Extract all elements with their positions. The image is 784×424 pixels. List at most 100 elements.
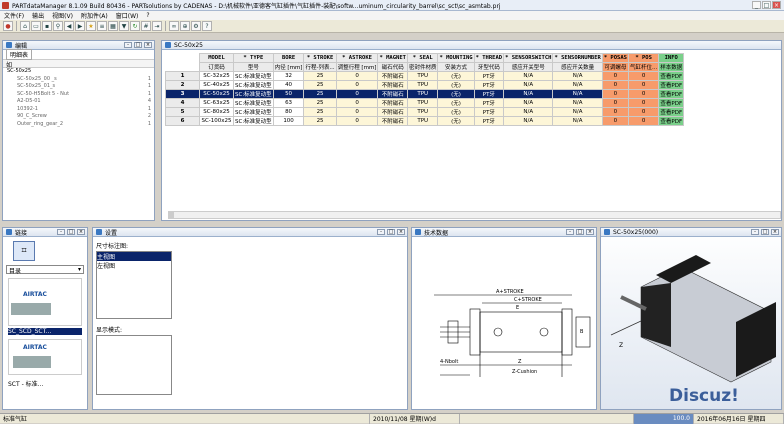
zoom-icon[interactable]: ⊕ — [180, 21, 190, 31]
catalog-item-label-2[interactable]: SCT - 标准... — [8, 379, 82, 388]
row-number[interactable]: 2 — [165, 80, 200, 90]
panel-close-button[interactable]: × — [77, 229, 85, 235]
link-icon[interactable]: ∞ — [169, 21, 179, 31]
panel-maximize-button[interactable]: □ — [576, 229, 584, 235]
menu-view[interactable]: 视图(V) — [48, 11, 77, 20]
menu-extras[interactable]: 附加件(A) — [77, 11, 112, 20]
folder-icon[interactable]: ▭ — [31, 21, 41, 31]
column-header[interactable]: * POS — [627, 53, 660, 63]
panel-minimize-button[interactable]: - — [377, 229, 385, 235]
tree-item[interactable]: SC-50-H5Bolt 5 - Nut 1 — [3, 91, 154, 99]
network-icon[interactable]: ⌗ — [13, 241, 35, 261]
column-header[interactable]: * MAGNET — [377, 53, 408, 63]
home-icon[interactable]: ⌂ — [20, 21, 30, 31]
panel-minimize-button[interactable]: - — [57, 229, 65, 235]
catalog-item-label-1[interactable]: SC_SCD_SCT... — [8, 328, 82, 335]
search-icon[interactable]: ⚲ — [53, 21, 63, 31]
scroll-thumb[interactable] — [169, 212, 174, 218]
cadenas-icon[interactable]: ● — [3, 21, 13, 31]
column-header[interactable]: * SEAL — [406, 53, 439, 63]
row-number[interactable]: 3 — [165, 89, 200, 99]
pdf-link[interactable]: 查看PDF — [658, 98, 685, 108]
table-row[interactable]: 2 SC-40x25 SC:标准复动型 40 25 0 不附磁石 TPU (无) PT牙 N/A N/… — [165, 80, 685, 90]
panel-close-button[interactable]: × — [144, 42, 152, 48]
tab-bom[interactable]: 明细表 — [6, 49, 33, 60]
column-header[interactable]: MODEL — [199, 53, 234, 63]
row-number[interactable]: 5 — [165, 107, 200, 117]
back-icon[interactable]: ◀ — [64, 21, 74, 31]
menu-export[interactable]: 输出 — [28, 11, 48, 20]
table-icon[interactable]: ▦ — [108, 21, 118, 31]
pdf-link[interactable]: 查看PDF — [658, 89, 685, 99]
tree-item[interactable]: SC-50x25_00 _s 1 — [3, 76, 154, 84]
column-header[interactable]: * POSAS — [601, 53, 630, 63]
catalog-dropdown[interactable]: 目录 ▾ — [6, 265, 84, 275]
column-header[interactable]: * TYPE — [233, 53, 274, 63]
favorite-icon[interactable]: ★ — [86, 21, 96, 31]
row-number[interactable]: 6 — [165, 116, 200, 126]
filter-icon[interactable]: ▼ — [119, 21, 129, 31]
menu-file[interactable]: 文件(F) — [0, 11, 28, 20]
column-header[interactable]: BORE — [272, 53, 305, 63]
column-header[interactable]: * THREAD — [473, 53, 505, 63]
panel-maximize-button[interactable]: □ — [761, 229, 769, 235]
catalog-thumb-1[interactable]: AIRTAC — [8, 278, 82, 326]
column-header[interactable]: * ASTROKE — [335, 53, 379, 63]
tree-item[interactable]: Outer_ring_gear_2 1 — [3, 121, 154, 129]
catalog-thumb-2[interactable]: AIRTAC — [8, 339, 82, 375]
panel-minimize-button[interactable]: - — [566, 229, 574, 235]
tree-item[interactable]: A2-D5-01 4 — [3, 98, 154, 106]
table-row[interactable]: 3 SC-50x25 SC:标准复动型 50 25 0 不附磁石 TPU (无) PT牙 N/A N/… — [165, 89, 685, 99]
table-row[interactable]: 6 SC-100x25 SC:标准复动型 100 25 0 不附磁石 TPU (无) PT牙 N/A… — [165, 116, 685, 126]
export-icon[interactable]: ⇥ — [152, 21, 162, 31]
column-header[interactable]: * STROKE — [303, 53, 337, 63]
panel-close-button[interactable]: × — [771, 229, 779, 235]
view-option-front[interactable]: 主视图 — [97, 252, 171, 261]
pdf-link[interactable]: 查看PDF — [658, 107, 685, 117]
pdf-link[interactable]: 查看PDF — [658, 71, 685, 81]
menu-help[interactable]: ? — [142, 12, 153, 19]
pdf-link[interactable]: 查看PDF — [658, 116, 685, 126]
tree-item[interactable]: SC-50x25 — [3, 68, 154, 76]
panel-minimize-button[interactable]: - — [751, 229, 759, 235]
minimize-button[interactable]: _ — [752, 1, 761, 9]
table-cell: SC-63x25 — [199, 98, 234, 108]
cylinder-3d-model[interactable]: Z — [601, 237, 781, 409]
panel-maximize-button[interactable]: □ — [387, 229, 395, 235]
column-header[interactable]: INFO — [658, 53, 685, 63]
tree-item[interactable]: SC-50x25_01_s 1 — [3, 83, 154, 91]
row-number[interactable]: 1 — [165, 71, 200, 81]
pdf-link[interactable]: 查看PDF — [658, 80, 685, 90]
table-cell: 0 — [601, 89, 630, 99]
refresh-icon[interactable]: ↻ — [130, 21, 140, 31]
row-number[interactable]: 4 — [165, 98, 200, 108]
panel-maximize-button[interactable]: □ — [134, 42, 142, 48]
status-bar: 标准气缸 2010/11/08 星期(W)d 100.0 2016年06月16日… — [0, 413, 784, 424]
column-header[interactable]: * SENSORNUMBER — [552, 53, 603, 63]
table-row[interactable]: 5 SC-80x25 SC:标准复动型 80 25 0 不附磁石 TPU (无) PT牙 N/A N/… — [165, 107, 685, 117]
horizontal-scrollbar[interactable] — [168, 211, 781, 219]
view-option-left[interactable]: 左视图 — [97, 261, 171, 270]
help-icon[interactable]: ? — [202, 21, 212, 31]
panel-close-button[interactable]: × — [397, 229, 405, 235]
save-icon[interactable]: ▪ — [42, 21, 52, 31]
close-button[interactable]: × — [772, 1, 781, 9]
maximize-button[interactable]: □ — [762, 1, 771, 9]
table-row[interactable]: 4 SC-63x25 SC:标准复动型 63 25 0 不附磁石 TPU (无) PT牙 N/A N/… — [165, 98, 685, 108]
tree-item[interactable]: 10392-1 1 — [3, 106, 154, 114]
display-mode-list[interactable] — [96, 335, 172, 395]
menu-window[interactable]: 窗口(W) — [112, 11, 143, 20]
list-icon[interactable]: ≡ — [97, 21, 107, 31]
table-cell: 25 — [303, 89, 337, 99]
grid-icon[interactable]: # — [141, 21, 151, 31]
column-header[interactable]: * MOUNTING — [437, 53, 475, 63]
table-row[interactable]: 1 SC-32x25 SC:标准复动型 32 25 0 不附磁石 TPU (无) PT牙 N/A N/… — [165, 71, 685, 81]
column-header[interactable]: * SENSORSWITCH — [503, 53, 554, 63]
tree-item[interactable]: 90_C_Screw 2 — [3, 113, 154, 121]
view-list[interactable]: 主视图 左视图 — [96, 251, 172, 319]
panel-minimize-button[interactable]: - — [124, 42, 132, 48]
panel-close-button[interactable]: × — [586, 229, 594, 235]
forward-icon[interactable]: ▶ — [75, 21, 85, 31]
panel-maximize-button[interactable]: □ — [67, 229, 75, 235]
settings-icon[interactable]: ⚙ — [191, 21, 201, 31]
